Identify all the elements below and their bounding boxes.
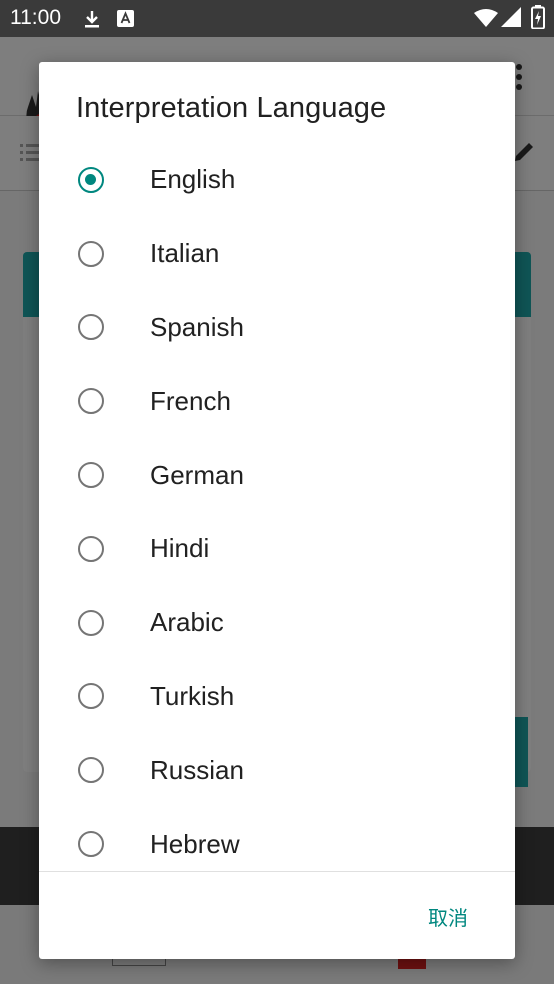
radio-button[interactable]	[78, 683, 104, 710]
option-italian[interactable]: Italian	[39, 217, 515, 291]
option-label: Spanish	[150, 311, 244, 342]
radio-button[interactable]	[78, 757, 104, 784]
language-dialog: Interpretation Language English Italian …	[39, 62, 515, 959]
option-label: Hebrew	[150, 828, 240, 859]
option-label: German	[150, 459, 244, 490]
status-time: 11:00	[10, 6, 61, 29]
dialog-divider	[39, 871, 515, 872]
option-label: Hindi	[150, 533, 210, 564]
cancel-button[interactable]: 取消	[413, 898, 483, 934]
status-bar: 11:00	[0, 0, 554, 37]
option-hebrew[interactable]: Hebrew	[39, 807, 515, 871]
edit-icon	[515, 143, 533, 161]
radio-button[interactable]	[78, 166, 104, 193]
option-french[interactable]: French	[39, 364, 515, 438]
option-label: Italian	[150, 238, 220, 269]
battery-icon	[531, 5, 545, 29]
background-red-indicator	[398, 959, 426, 969]
option-label: French	[150, 385, 231, 416]
language-options-list[interactable]: English Italian Spanish French German Hi…	[39, 143, 515, 871]
option-label: Russian	[150, 754, 244, 785]
radio-button[interactable]	[78, 240, 104, 267]
radio-button[interactable]	[78, 462, 104, 489]
option-german[interactable]: German	[39, 438, 515, 512]
option-russian[interactable]: Russian	[39, 733, 515, 807]
option-hindi[interactable]: Hindi	[39, 512, 515, 586]
radio-button[interactable]	[78, 535, 104, 562]
list-icon	[20, 144, 40, 161]
option-label: English	[150, 164, 236, 195]
option-arabic[interactable]: Arabic	[39, 586, 515, 660]
dialog-title: Interpretation Language	[76, 92, 387, 124]
radio-button[interactable]	[78, 831, 104, 858]
signal-icon	[501, 7, 521, 27]
font-icon	[117, 10, 134, 27]
radio-button[interactable]	[78, 314, 104, 341]
radio-button[interactable]	[78, 609, 104, 636]
option-turkish[interactable]: Turkish	[39, 660, 515, 734]
option-english[interactable]: English	[39, 143, 515, 217]
wifi-icon	[474, 9, 498, 27]
radio-button[interactable]	[78, 388, 104, 415]
option-label: Arabic	[150, 607, 224, 638]
option-spanish[interactable]: Spanish	[39, 291, 515, 365]
option-label: Turkish	[150, 680, 235, 711]
more-vert-icon	[516, 64, 522, 90]
download-icon	[85, 11, 99, 28]
